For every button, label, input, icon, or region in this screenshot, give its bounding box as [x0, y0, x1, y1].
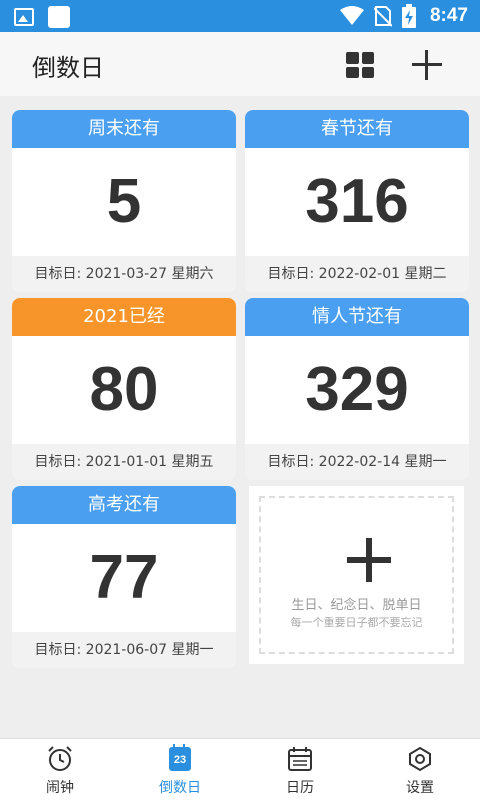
card-title: 周末还有 [12, 110, 236, 148]
status-bar: 8:47 [0, 0, 480, 32]
countdown-card-weekend[interactable]: 周末还有 5 目标日: 2021-03-27 星期六 [12, 110, 236, 292]
countdown-card-2021[interactable]: 2021已经 80 目标日: 2021-01-01 星期五 [12, 298, 236, 480]
no-sim-icon [373, 6, 392, 27]
add-card-subhint: 每一个重要日子都不要忘记 [290, 616, 423, 629]
settings-icon [409, 746, 431, 772]
nav-label: 闹钟 [46, 780, 74, 796]
grid-view-icon[interactable] [346, 52, 374, 78]
app-icon [48, 6, 70, 28]
card-title: 2021已经 [12, 298, 236, 336]
nav-label: 设置 [406, 780, 434, 796]
card-target-date: 目标日: 2022-02-01 星期二 [245, 256, 469, 292]
nav-item-alarm[interactable]: 闹钟 [20, 745, 100, 797]
add-event-card[interactable]: 生日、纪念日、脱单日 每一个重要日子都不要忘记 [249, 486, 464, 664]
countdown-card-valentines[interactable]: 情人节还有 329 目标日: 2022-02-14 星期一 [245, 298, 469, 480]
page-title: 倒数日 [32, 54, 104, 82]
plus-icon [347, 538, 391, 582]
nav-label: 日历 [286, 780, 314, 796]
card-target-date: 目标日: 2021-01-01 星期五 [12, 444, 236, 480]
card-target-date: 目标日: 2022-02-14 星期一 [245, 444, 469, 480]
card-days: 77 [89, 543, 159, 612]
bottom-nav: 闹钟 23 倒数日 日历 设置 [0, 738, 480, 800]
nav-item-countdown[interactable]: 23 倒数日 [140, 744, 220, 797]
nav-item-calendar[interactable]: 日历 [260, 745, 340, 797]
card-title: 高考还有 [12, 486, 236, 524]
add-icon[interactable] [412, 50, 442, 80]
countdown-card-spring-festival[interactable]: 春节还有 316 目标日: 2022-02-01 星期二 [245, 110, 469, 292]
card-days: 329 [305, 355, 409, 424]
card-days: 316 [305, 167, 409, 236]
card-days: 5 [106, 167, 142, 236]
battery-charging-icon [401, 4, 416, 28]
card-target-date: 目标日: 2021-06-07 星期一 [12, 632, 236, 668]
nav-label: 倒数日 [159, 780, 201, 796]
app-header: 倒数日 [0, 32, 480, 96]
card-target-date: 目标日: 2021-03-27 星期六 [12, 256, 236, 292]
nav-item-settings[interactable]: 设置 [380, 745, 460, 797]
countdown-card-gaokao[interactable]: 高考还有 77 目标日: 2021-06-07 星期一 [12, 486, 236, 668]
card-days: 80 [89, 355, 159, 424]
calendar-icon [288, 747, 312, 771]
wifi-icon [339, 6, 364, 25]
add-card-border: 生日、纪念日、脱单日 每一个重要日子都不要忘记 [259, 496, 454, 654]
clock-time: 8:47 [429, 5, 468, 26]
alarm-clock-icon [48, 746, 72, 771]
card-title: 春节还有 [245, 110, 469, 148]
calendar-23-icon: 23 [169, 744, 191, 771]
card-title: 情人节还有 [245, 298, 469, 336]
add-card-hint: 生日、纪念日、脱单日 [291, 598, 422, 613]
image-icon [14, 8, 34, 26]
